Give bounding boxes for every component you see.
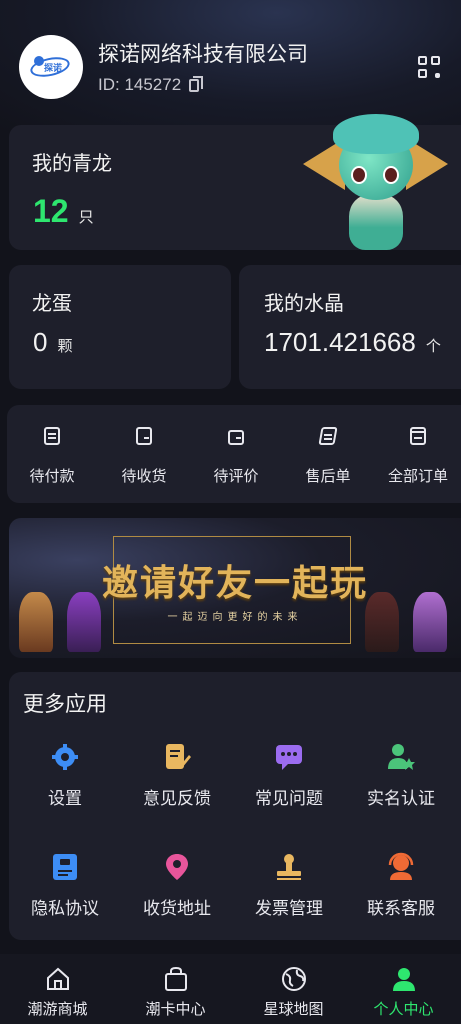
egg-card-title: 龙蛋	[32, 293, 72, 315]
tab-label: 个人中心	[373, 1001, 434, 1018]
app-label: 常见问题	[255, 789, 323, 808]
tab-label: 潮游商城	[27, 1001, 88, 1018]
app-invoice[interactable]: 发票管理	[233, 852, 345, 919]
app-feedback[interactable]: 意见反馈	[121, 742, 233, 809]
document-icon	[50, 852, 80, 882]
egg-count: 0	[33, 327, 48, 357]
location-pin-icon	[162, 852, 192, 882]
tab-profile[interactable]: 个人中心	[346, 966, 461, 1019]
tab-map[interactable]: 星球地图	[236, 966, 351, 1019]
app-label: 设置	[48, 789, 82, 808]
app-address[interactable]: 收货地址	[121, 852, 233, 919]
logo-text: 探诺	[44, 63, 63, 73]
chat-bubble-icon	[274, 742, 304, 772]
app-settings[interactable]: 设置	[9, 742, 121, 809]
user-verified-icon	[386, 742, 416, 772]
logo-mark: 探诺	[28, 52, 74, 82]
dragon-count-row: 12 只	[33, 193, 94, 230]
invite-friends-banner[interactable]: 邀请好友一起玩 一起迈向更好的未来	[9, 518, 461, 658]
character-illustration	[67, 592, 101, 652]
apps-title: 更多应用	[23, 693, 107, 716]
stamp-icon	[274, 852, 304, 882]
dragon-mascot-image	[303, 108, 448, 258]
company-logo[interactable]: 探诺	[19, 35, 83, 99]
app-faq[interactable]: 常见问题	[233, 742, 345, 809]
tab-cards[interactable]: 潮卡中心	[118, 966, 233, 1019]
qr-code-icon[interactable]	[418, 56, 440, 78]
bottom-tab-bar: 潮游商城 潮卡中心 星球地图 个人中心	[0, 954, 461, 1024]
receipt-icon	[407, 425, 429, 447]
order-label: 全部订单	[387, 468, 448, 485]
crystal-card-title: 我的水晶	[264, 293, 344, 315]
order-pending-review[interactable]: 待评价	[193, 425, 279, 486]
app-customer-service[interactable]: 联系客服	[345, 852, 457, 919]
order-label: 待评价	[213, 468, 259, 485]
dragon-unit: 只	[78, 209, 94, 226]
clipboard-icon	[41, 425, 63, 447]
user-id: ID: 145272	[98, 75, 182, 94]
order-label: 待收货	[121, 468, 167, 485]
globe-icon	[281, 966, 307, 992]
user-id-row: ID: 145272	[98, 75, 204, 95]
app-verification[interactable]: 实名认证	[345, 742, 457, 809]
dragon-egg-card[interactable]: 龙蛋 0颗	[9, 265, 231, 389]
app-label: 联系客服	[367, 899, 435, 918]
my-crystal-card[interactable]: 我的水晶 1701.421668 个	[239, 265, 461, 389]
order-pending-payment[interactable]: 待付款	[9, 425, 95, 486]
shopping-bag-icon	[163, 966, 189, 992]
order-all[interactable]: 全部订单	[375, 425, 461, 486]
app-label: 收货地址	[143, 899, 211, 918]
app-label: 发票管理	[255, 899, 323, 918]
more-apps-card: 更多应用 设置 意见反馈 常见问题 实名认证 隐私协议 收货地址 发票管理 联系…	[9, 672, 461, 940]
app-privacy[interactable]: 隐私协议	[9, 852, 121, 919]
logo-dot	[34, 56, 44, 66]
egg-count-row: 0颗	[33, 327, 72, 358]
app-label: 实名认证	[367, 789, 435, 808]
orders-card: 待付款 待收货 待评价 售后单 全部订单	[7, 405, 461, 503]
order-label: 待付款	[29, 468, 75, 485]
dragon-card-title: 我的青龙	[32, 153, 112, 175]
company-name: 探诺网络科技有限公司	[98, 43, 308, 66]
character-illustration	[413, 592, 447, 652]
app-label: 意见反馈	[143, 789, 211, 808]
tab-label: 星球地图	[263, 1001, 324, 1018]
crystal-unit: 个	[425, 338, 441, 355]
gear-icon	[50, 742, 80, 772]
crystal-count: 1701.421668	[264, 327, 416, 357]
crystal-count-row: 1701.421668 个	[264, 327, 441, 358]
user-icon	[391, 966, 417, 992]
profile-header: 探诺 探诺网络科技有限公司 ID: 145272	[0, 0, 461, 125]
home-icon	[45, 966, 71, 992]
tab-label: 潮卡中心	[145, 1001, 206, 1018]
headset-icon	[386, 852, 416, 882]
character-illustration	[19, 592, 53, 652]
order-label: 售后单	[305, 468, 351, 485]
character-illustration	[365, 592, 399, 652]
order-pending-receipt[interactable]: 待收货	[101, 425, 187, 486]
order-after-sales[interactable]: 售后单	[285, 425, 371, 486]
feedback-edit-icon	[162, 742, 192, 772]
wallet-review-icon	[225, 425, 247, 447]
copy-icon[interactable]	[189, 75, 204, 92]
app-label: 隐私协议	[31, 899, 99, 918]
dragon-count: 12	[33, 193, 69, 229]
egg-unit: 颗	[57, 338, 73, 355]
book-icon	[317, 425, 339, 447]
wallet-icon	[133, 425, 155, 447]
tab-mall[interactable]: 潮游商城	[0, 966, 115, 1019]
